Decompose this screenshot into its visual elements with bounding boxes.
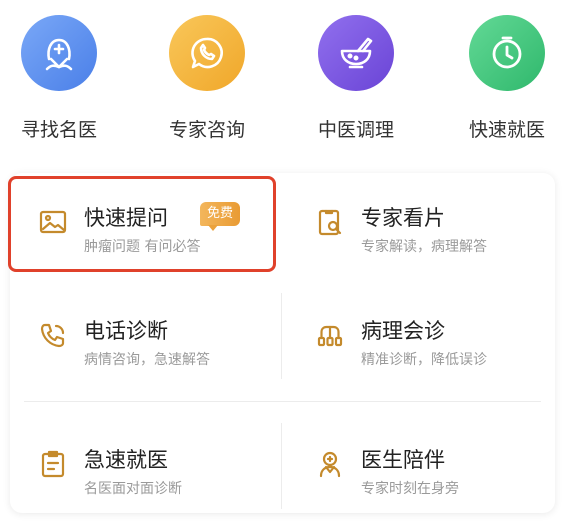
service-urgent-visit[interactable]: 急速就医 名医面对面诊断 — [10, 415, 270, 515]
nav-quick-visit[interactable]: 快速就医 — [452, 0, 562, 150]
nav-label: 专家咨询 — [168, 119, 245, 141]
clipboard-icon — [38, 449, 68, 479]
service-doctor-companion[interactable]: 医生陪伴 专家时刻在身旁 — [287, 415, 547, 515]
phone-icon — [38, 320, 68, 350]
nav-label: 寻找名医 — [20, 119, 97, 141]
service-title: 医生陪伴 — [361, 448, 445, 472]
service-title: 急速就医 — [84, 448, 168, 472]
service-subtitle: 病情咨询，急速解答 — [84, 352, 210, 368]
service-subtitle: 名医面对面诊断 — [84, 481, 182, 497]
service-title: 专家看片 — [361, 206, 445, 230]
service-subtitle: 精准诊断，降低误诊 — [361, 352, 487, 368]
highlight-box — [8, 176, 276, 272]
tcm-icon — [318, 15, 394, 91]
clock-icon — [469, 15, 545, 91]
service-quick-question[interactable]: 快速提问 肿瘤问题 有问必答 免费 — [8, 173, 276, 273]
film-review-icon — [315, 207, 345, 237]
nav-label: 中医调理 — [317, 119, 394, 141]
divider — [24, 401, 541, 402]
find-doctor-icon — [21, 15, 97, 91]
nav-tcm[interactable]: 中医调理 — [301, 0, 411, 150]
divider — [281, 423, 282, 509]
service-subtitle: 专家解读，病理解答 — [361, 239, 487, 255]
top-nav: 寻找名医 专家咨询 中医调理 快速就医 — [0, 0, 565, 160]
service-title: 电话诊断 — [84, 319, 168, 343]
nav-find-doctor[interactable]: 寻找名医 — [4, 0, 114, 150]
divider — [281, 293, 282, 379]
consultation-icon — [315, 320, 345, 350]
expert-consult-icon — [169, 15, 245, 91]
nav-label: 快速就医 — [468, 119, 545, 141]
service-subtitle: 专家时刻在身旁 — [361, 481, 459, 497]
service-expert-film[interactable]: 专家看片 专家解读，病理解答 — [287, 173, 547, 273]
service-phone-diagnosis[interactable]: 电话诊断 病情咨询，急速解答 — [10, 286, 270, 386]
services-card: 快速提问 肿瘤问题 有问必答 免费 专家看片 专家解读，病理解答 电话诊断 病情… — [8, 173, 555, 515]
doctor-companion-icon — [315, 449, 345, 479]
nav-expert-consult[interactable]: 专家咨询 — [152, 0, 262, 150]
service-pathology-consult[interactable]: 病理会诊 精准诊断，降低误诊 — [287, 286, 547, 386]
service-title: 病理会诊 — [361, 319, 445, 343]
